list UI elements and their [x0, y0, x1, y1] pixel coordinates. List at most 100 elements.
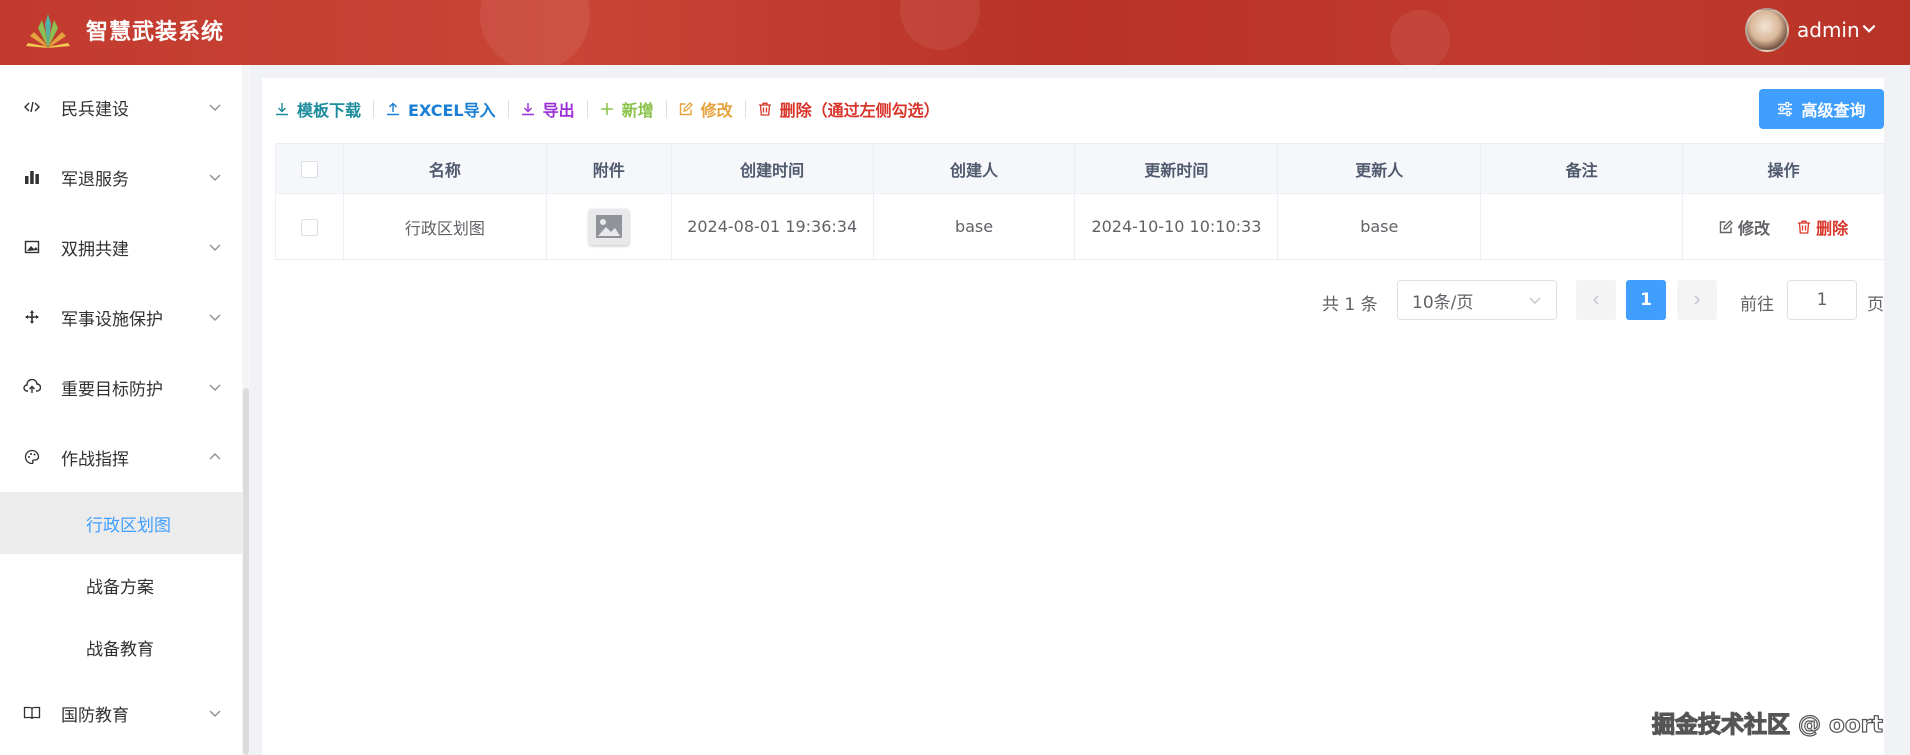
header-decoration	[480, 0, 590, 65]
next-page-button[interactable]	[1677, 280, 1717, 320]
header-decoration	[1390, 10, 1450, 65]
row-delete-button[interactable]: 删除	[1797, 215, 1848, 239]
toolbar: 模板下载 EXCEL导入 导出 新增 修改 删除（通过左侧勾选）	[275, 96, 940, 122]
column-header[interactable]: 创建人	[872, 143, 1076, 194]
chevron-down-icon	[1529, 297, 1541, 304]
delete-button[interactable]: 删除（通过左侧勾选）	[758, 97, 940, 121]
sidebar-scrollbar-thumb[interactable]	[243, 388, 249, 755]
export-button[interactable]: 导出	[521, 97, 575, 121]
sidebar-item-label: 双拥共建	[61, 239, 129, 260]
palette-icon	[22, 447, 42, 467]
chevron-down-icon	[209, 244, 221, 252]
bar-chart-icon	[22, 167, 42, 187]
user-name[interactable]: admin	[1797, 18, 1860, 42]
attachment-thumbnail[interactable]	[588, 208, 629, 245]
chevron-down-icon	[209, 384, 221, 392]
cloud-upload-icon	[22, 377, 42, 397]
chevron-down-icon	[209, 710, 221, 718]
app-title: 智慧武装系统	[86, 20, 225, 45]
row-edit-button[interactable]: 修改	[1719, 215, 1770, 239]
edit-icon	[679, 102, 693, 116]
sidebar-subitem-readiness-plan[interactable]: 战备方案	[0, 554, 245, 616]
column-header[interactable]: 操作	[1682, 143, 1885, 194]
sidebar-item-support[interactable]: 双拥共建	[0, 212, 245, 282]
move-icon	[22, 307, 42, 327]
sidebar-item-militia[interactable]: 民兵建设	[0, 72, 245, 142]
sidebar-item-label: 国防教育	[61, 705, 129, 726]
cell-attachment	[545, 193, 672, 260]
row-delete-label: 删除	[1816, 218, 1849, 238]
add-button[interactable]: 新增	[600, 97, 654, 121]
select-all-cell	[275, 143, 344, 194]
toolbar-divider	[373, 100, 375, 118]
data-table: 名称 附件 创建时间 创建人 更新时间 更新人 备注 操作 行政区划图 2024…	[275, 143, 1885, 260]
goto-page-input[interactable]	[1787, 280, 1857, 320]
cell-updater: base	[1277, 193, 1482, 260]
page-number-current[interactable]: 1	[1626, 280, 1666, 320]
cell-created-at: 2024-08-01 19:36:34	[670, 193, 874, 260]
sidebar-item-veterans[interactable]: 军退服务	[0, 142, 245, 212]
pagination-total: 共 1 条	[1322, 295, 1378, 315]
template-download-button[interactable]: 模板下载	[275, 97, 361, 121]
goto-prefix: 前往	[1740, 295, 1774, 315]
toolbar-divider	[665, 100, 667, 118]
advanced-query-button[interactable]: 高级查询	[1759, 89, 1884, 129]
watermark: 掘金技术社区 @ oort	[1651, 711, 1883, 738]
cell-name: 行政区划图	[342, 193, 547, 260]
sidebar-subitem-label: 行政区划图	[86, 515, 171, 536]
cell-actions: 修改 删除	[1682, 193, 1885, 260]
page-size-select[interactable]: 10条/页	[1397, 280, 1557, 320]
column-header[interactable]: 备注	[1480, 143, 1684, 194]
trash-icon	[1798, 220, 1811, 234]
select-all-checkbox[interactable]	[300, 161, 318, 178]
sidebar-item-label: 重要目标防护	[61, 379, 163, 400]
sidebar-subitem-admin-map[interactable]: 行政区划图	[0, 492, 245, 554]
sidebar: 民兵建设 军退服务 双拥共建 军事设施保护 重要目标防护 作战指挥 行政区划图 …	[0, 65, 250, 755]
column-header[interactable]: 名称	[342, 143, 547, 194]
sidebar-item-label: 民兵建设	[61, 99, 129, 120]
upload-icon	[387, 102, 400, 116]
prev-page-button[interactable]	[1576, 280, 1616, 320]
column-header[interactable]: 创建时间	[670, 143, 874, 194]
sidebar-item-defense-education[interactable]: 国防教育	[0, 678, 245, 748]
template-download-label: 模板下载	[297, 101, 362, 120]
advanced-query-label: 高级查询	[1801, 101, 1866, 120]
sidebar-item-label: 军事设施保护	[61, 309, 163, 330]
delete-label: 删除（通过左侧勾选）	[779, 101, 940, 120]
image-icon	[595, 214, 622, 238]
add-label: 新增	[621, 101, 654, 120]
export-label: 导出	[542, 101, 575, 120]
table-header-row: 名称 附件 创建时间 创建人 更新时间 更新人 备注 操作	[275, 143, 1885, 194]
cell-updated-at: 2024-10-10 10:10:33	[1074, 193, 1279, 260]
logo-icon	[26, 14, 70, 48]
row-edit-label: 修改	[1737, 218, 1770, 238]
top-header: 智慧武装系统 admin	[0, 0, 1910, 65]
excel-import-button[interactable]: EXCEL导入	[386, 97, 496, 121]
row-select-cell	[275, 193, 344, 260]
edit-icon	[1719, 219, 1733, 233]
edit-button[interactable]: 修改	[679, 97, 733, 121]
plus-icon	[600, 103, 613, 115]
book-icon	[22, 703, 42, 723]
chevron-down-icon[interactable]	[1860, 20, 1878, 38]
picture-icon	[22, 237, 42, 257]
download-icon	[521, 103, 534, 116]
chevron-up-icon	[209, 452, 221, 460]
sidebar-item-label: 作战指挥	[61, 449, 129, 470]
goto-suffix: 页	[1867, 295, 1884, 315]
column-header[interactable]: 更新时间	[1074, 143, 1279, 194]
sidebar-subitem-readiness-education[interactable]: 战备教育	[0, 616, 245, 678]
chevron-down-icon	[209, 314, 221, 322]
toolbar-divider	[507, 100, 509, 118]
column-header[interactable]: 附件	[545, 143, 672, 194]
cell-remark	[1480, 193, 1684, 260]
sidebar-item-command[interactable]: 作战指挥	[0, 422, 245, 492]
avatar[interactable]	[1745, 8, 1789, 52]
column-header[interactable]: 更新人	[1277, 143, 1482, 194]
table-row: 行政区划图 2024-08-01 19:36:34 base 2024-10-1…	[275, 193, 1885, 260]
sidebar-item-target[interactable]: 重要目标防护	[0, 352, 245, 422]
header-decoration	[900, 0, 980, 50]
sidebar-item-facility[interactable]: 军事设施保护	[0, 282, 245, 352]
row-checkbox[interactable]	[300, 219, 318, 236]
chevron-down-icon	[209, 104, 221, 112]
